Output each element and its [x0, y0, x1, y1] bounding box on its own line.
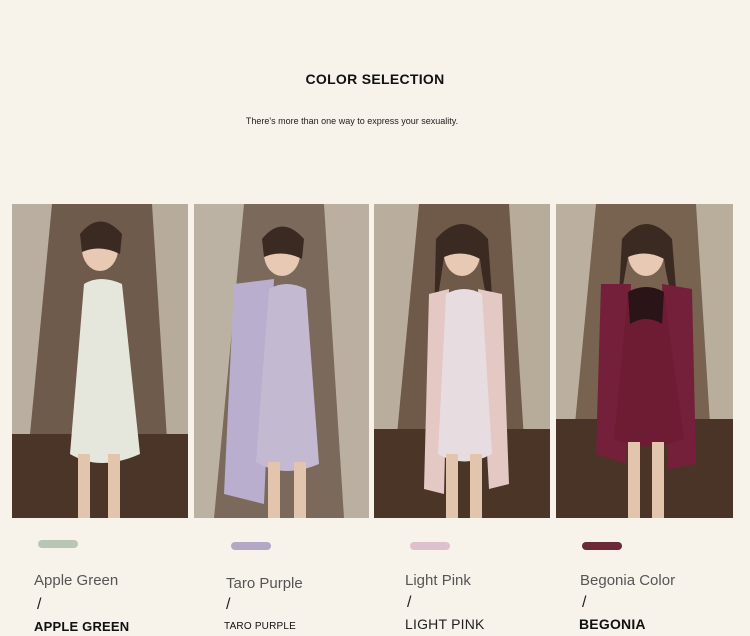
swatch-light-pink[interactable]	[410, 542, 450, 550]
swatch-begonia[interactable]	[582, 542, 622, 550]
color-code-light-pink: LIGHT PINK	[405, 616, 485, 632]
color-name-apple-green: Apple Green	[34, 572, 119, 589]
product-photo-taro-purple[interactable]	[194, 204, 369, 518]
separator-slash: /	[582, 594, 587, 611]
separator-slash: /	[226, 596, 231, 613]
swatch-taro-purple[interactable]	[231, 542, 271, 550]
color-name-light-pink: Light Pink	[405, 572, 471, 589]
model-image	[556, 204, 733, 518]
separator-slash: /	[37, 596, 42, 613]
color-code-apple-green: APPLE GREEN	[34, 619, 130, 634]
color-code-taro-purple: TARO PURPLE	[224, 621, 297, 632]
separator-slash: /	[407, 594, 412, 611]
product-photo-apple-green[interactable]	[12, 204, 188, 518]
page-title: COLOR SELECTION	[305, 71, 445, 87]
color-code-begonia: BEGONIA	[579, 616, 646, 632]
color-name-taro-purple: Taro Purple	[226, 575, 303, 592]
swatch-apple-green[interactable]	[38, 540, 78, 548]
model-image	[12, 204, 188, 518]
color-name-begonia: Begonia Color	[580, 572, 676, 589]
product-photo-light-pink[interactable]	[374, 204, 550, 518]
model-image	[194, 204, 369, 518]
product-photo-begonia[interactable]	[556, 204, 733, 518]
model-image	[374, 204, 550, 518]
page-subtitle: There's more than one way to express you…	[245, 116, 459, 126]
